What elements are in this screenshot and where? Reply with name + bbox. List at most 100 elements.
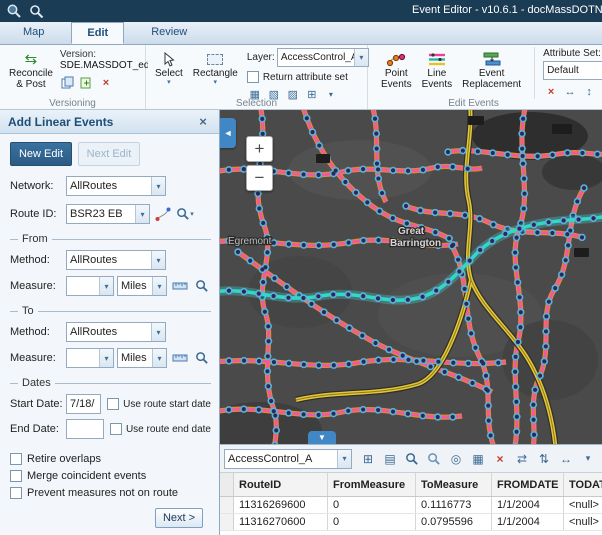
from-measure-unit-select[interactable]: Miles ▾ [117,276,167,296]
to-section-label: To [22,305,34,317]
event-layer-select[interactable]: AccessControl_A ▾ [224,449,352,469]
route-id-select[interactable]: BSR23 EB ▾ [66,204,150,224]
line-events-button[interactable]: Line Events [417,47,458,92]
table-row[interactable]: 11316269600 0 0.1116773 1/1/2004 <null> [220,497,602,514]
search-icon[interactable] [27,2,45,20]
refresh-version-icon[interactable] [79,75,95,90]
next-button[interactable]: Next > [155,508,203,528]
merge-coincident-events-checkbox[interactable] [10,470,22,482]
tab-review[interactable]: Review [136,22,202,44]
use-route-end-date-label: Use route end date [126,424,211,435]
row-selector[interactable] [220,497,234,513]
zoom-out-button[interactable]: − [246,165,273,191]
network-select[interactable]: AllRoutes ▾ [66,176,166,196]
ribbon-tabs: Map Edit Review [0,22,602,45]
cell-tomeasure: 0.0795596 [416,514,492,530]
group-label-edit-events: Edit Events [368,98,579,109]
clear-selection-icon[interactable]: × [490,450,510,468]
cell-frommeasure: 0 [328,497,416,513]
switch-selection-icon[interactable]: ⇄ [512,450,532,468]
column-header[interactable]: ToMeasure [416,473,492,496]
to-method-select[interactable]: AllRoutes ▾ [66,322,166,342]
zoom-to-to-measure-icon[interactable] [193,350,211,367]
from-method-label: Method: [10,254,66,266]
collapse-table-button[interactable]: ▼ [308,431,336,444]
sort-ascending-icon[interactable]: ⇅ [534,450,554,468]
cursor-icon [162,51,175,67]
zoom-in-button[interactable]: + [246,136,273,162]
select-caret-icon: ▾ [167,79,171,86]
start-date-input[interactable]: 7/18/ [66,394,101,414]
column-header[interactable]: FromMeasure [328,473,416,496]
from-measure-select[interactable]: ▾ [66,276,114,296]
column-header[interactable]: FROMDATE [492,473,564,496]
from-measure-label: Measure: [10,280,66,292]
reconcile-icon: ⇆ [25,51,38,67]
add-linear-events-panel: Add Linear Events × New Edit Next Edit N… [0,110,220,535]
toolbar-more-icon[interactable]: ▾ [578,450,598,468]
use-route-start-date-checkbox[interactable] [107,398,119,410]
tab-map[interactable]: Map [8,22,59,44]
zoom-to-all-icon[interactable] [424,450,444,468]
retire-overlaps-checkbox[interactable] [10,453,22,465]
event-replacement-label-2: Replacement [462,79,521,90]
dropdown-caret-icon: ▾ [99,277,113,295]
event-replacement-button[interactable]: Event Replacement [457,47,526,92]
zoom-to-route-icon[interactable]: ▾ [176,206,194,223]
ribbon-group-edit-events: Point Events Line Events Event Replaceme… [368,45,602,109]
to-measure-select[interactable]: ▾ [66,348,114,368]
end-date-input[interactable] [66,419,104,439]
use-route-end-date-checkbox[interactable] [110,423,122,435]
table-row[interactable]: 11316270600 0 0.0795596 1/1/2004 <null> [220,514,602,531]
map-canvas[interactable]: Egremont Great Barrington ◄ + − ▼ [220,110,602,444]
pick-from-measure-icon[interactable] [171,278,189,295]
dropdown-caret-icon: ▾ [151,251,165,269]
prevent-measures-checkbox[interactable] [10,487,22,499]
copy-version-icon[interactable] [60,75,76,90]
event-replacement-label-1: Event [479,68,505,79]
pan-to-selected-icon[interactable]: ◎ [446,450,466,468]
select-records-icon[interactable]: ▦ [468,450,488,468]
table-menu-icon[interactable]: ▤ [380,450,400,468]
go-to-measure-icon[interactable]: ↔ [556,450,576,468]
zoom-to-selected-icon[interactable] [402,450,422,468]
route-id-label: Route ID: [10,208,66,220]
zoom-to-from-measure-icon[interactable] [193,278,211,295]
point-events-button[interactable]: Point Events [376,47,417,92]
cell-fromdate: 1/1/2004 [492,514,564,530]
from-method-select[interactable]: AllRoutes ▾ [66,250,166,270]
pick-to-measure-icon[interactable] [171,350,189,367]
column-header[interactable]: RouteID [234,473,328,496]
window-title: Event Editor - v10.6.1 - docMassDOTN [412,4,602,16]
clear-attribute-icon[interactable]: × [543,84,559,99]
globe-search-icon[interactable] [5,2,23,20]
dropdown-caret-icon: ▾ [151,323,165,341]
open-attribute-table-icon[interactable]: ⊞ [358,450,378,468]
line-events-icon [427,51,447,67]
ribbon-group-versioning: ⇆ Reconcile & Post Version: SDE.MASSDOT_… [0,45,146,109]
to-measure-label: Measure: [10,352,66,364]
pick-route-on-map-icon[interactable] [154,206,172,223]
to-measure-unit-select[interactable]: Miles ▾ [117,348,167,368]
attribute-set-select[interactable]: Default ▾ [543,61,602,80]
close-icon[interactable]: × [195,114,211,129]
collapse-panel-button[interactable]: ◄ [220,118,236,148]
rectangle-button[interactable]: Rectangle ▾ [188,47,243,88]
new-edit-button[interactable]: New Edit [10,142,72,166]
delete-version-icon[interactable]: × [98,75,114,90]
column-header[interactable]: TODATE [564,473,602,496]
zoom-caret-icon: ▾ [190,210,194,218]
panel-header: Add Linear Events × [0,110,219,134]
offset-horizontal-icon[interactable]: ↔ [562,84,578,99]
offset-vertical-icon[interactable]: ↕ [581,84,597,99]
tab-edit[interactable]: Edit [71,22,124,44]
version-value: SDE.MASSDOT_editor1 [60,60,148,71]
next-edit-button[interactable]: Next Edit [78,142,140,166]
return-attribute-set-checkbox[interactable] [247,71,259,83]
row-selector[interactable] [220,514,234,530]
reconcile-post-button[interactable]: ⇆ Reconcile & Post [4,47,58,92]
select-button[interactable]: Select ▾ [150,47,188,88]
layer-select[interactable]: AccessControl_A ▾ [277,48,369,67]
to-method-label: Method: [10,326,66,338]
point-events-label-2: Events [381,79,412,90]
